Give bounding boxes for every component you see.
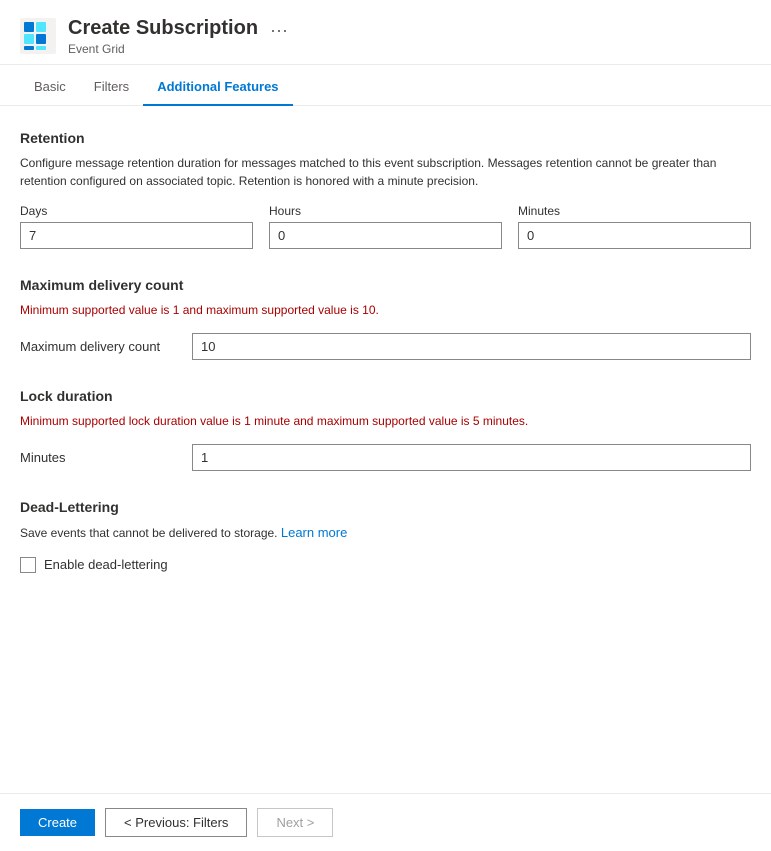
max-delivery-field-label: Maximum delivery count [20,339,180,354]
dead-lettering-title: Dead-Lettering [20,499,751,515]
lock-duration-description: Minimum supported lock duration value is… [20,412,751,430]
create-button[interactable]: Create [20,809,95,836]
max-delivery-section: Maximum delivery count Minimum supported… [20,277,751,360]
enable-dead-lettering-label: Enable dead-lettering [44,557,168,572]
retention-section: Retention Configure message retention du… [20,130,751,249]
max-delivery-title: Maximum delivery count [20,277,751,293]
learn-more-link[interactable]: Learn more [281,525,347,540]
minutes-input[interactable] [518,222,751,249]
previous-button[interactable]: < Previous: Filters [105,808,247,837]
enable-dead-lettering-checkbox[interactable] [20,557,36,573]
tab-filters[interactable]: Filters [80,69,143,106]
app-icon [20,18,56,54]
days-input[interactable] [20,222,253,249]
footer-actions: Create < Previous: Filters Next > [0,793,771,851]
tab-basic[interactable]: Basic [20,69,80,106]
header-text-group: Create Subscription Event Grid [68,16,258,56]
hours-input[interactable] [269,222,502,249]
dead-lettering-description: Save events that cannot be delivered to … [20,523,751,543]
lock-duration-field-label: Minutes [20,450,180,465]
hours-label: Hours [269,204,502,218]
retention-description: Configure message retention duration for… [20,154,751,190]
dead-lettering-checkbox-row: Enable dead-lettering [20,557,751,573]
max-delivery-field-row: Maximum delivery count [20,333,751,360]
minutes-field-group: Minutes [518,204,751,249]
page-title: Create Subscription [68,16,258,40]
lock-duration-input[interactable] [192,444,751,471]
lock-duration-section: Lock duration Minimum supported lock dur… [20,388,751,471]
more-options-icon[interactable]: ··· [270,20,288,41]
minutes-label: Minutes [518,204,751,218]
page-header: Create Subscription Event Grid ··· [0,0,771,65]
hours-field-group: Hours [269,204,502,249]
lock-duration-field-row: Minutes [20,444,751,471]
max-delivery-input[interactable] [192,333,751,360]
tab-additional-features[interactable]: Additional Features [143,69,292,106]
retention-title: Retention [20,130,751,146]
days-label: Days [20,204,253,218]
max-delivery-description: Minimum supported value is 1 and maximum… [20,301,751,319]
page-subtitle: Event Grid [68,42,258,56]
lock-duration-title: Lock duration [20,388,751,404]
retention-fields-row: Days Hours Minutes [20,204,751,249]
main-content: Retention Configure message retention du… [0,106,771,625]
next-button: Next > [257,808,333,837]
days-field-group: Days [20,204,253,249]
tab-bar: Basic Filters Additional Features [0,69,771,106]
dead-lettering-section: Dead-Lettering Save events that cannot b… [20,499,751,573]
